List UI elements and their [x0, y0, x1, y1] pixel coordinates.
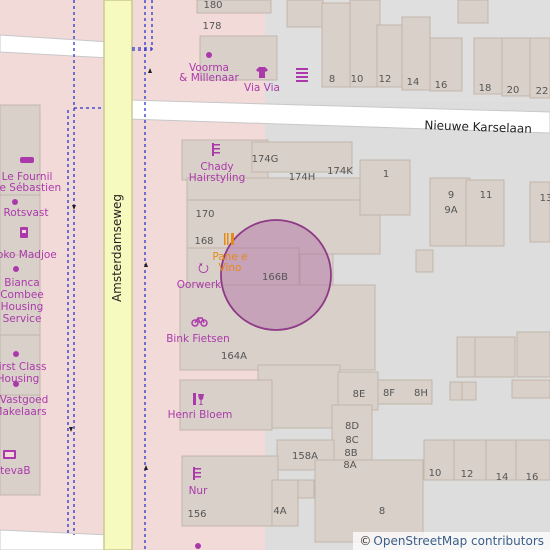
housenumber-8h: 8H: [414, 388, 428, 399]
tv-icon: [3, 450, 16, 459]
attribution-link[interactable]: OpenStreetMap contributors: [373, 534, 544, 548]
housenumber-9a: 9A: [444, 205, 457, 216]
poi-label-first-class-2: Housing: [0, 373, 39, 385]
housenumber-top-8: 8: [329, 74, 335, 85]
housenumber-8f: 8F: [383, 388, 395, 399]
poi-label-rotsvast: Rotsvast: [3, 207, 48, 219]
dot-icon-bottom: [195, 543, 201, 549]
poi-label-bianca-3: Housing: [1, 301, 44, 313]
housenumber-174k: 174K: [327, 166, 353, 177]
housenumber-bottom-14: 14: [496, 472, 509, 483]
poi-label-bianca-4: Service: [3, 313, 42, 325]
hearing-icon: ⭮: [198, 261, 209, 276]
poi-label-first-class-1: First Class: [0, 361, 47, 373]
housenumber-8b: 8B: [344, 448, 357, 459]
housenumber-166b: 166B: [262, 272, 288, 283]
housenumber-11: 11: [480, 190, 493, 201]
housenumber-168: 168: [194, 236, 213, 247]
poi-label-oorwerk: Oorwerk: [177, 279, 222, 291]
poi-label-vastgoed-1: Vastgoed: [0, 394, 48, 406]
street-label-amsterdamseweg: Amsterdamseweg: [110, 194, 124, 302]
housenumber-top-22: 22: [536, 86, 549, 97]
housenumber-bottom-12: 12: [461, 469, 474, 480]
poi-label-steva: StevaB: [0, 465, 31, 477]
poi-label-pane-2: Vino: [219, 262, 242, 274]
housenumber-top-10: 10: [351, 74, 364, 85]
housenumber-top-14: 14: [407, 77, 420, 88]
housenumber-top-20: 20: [507, 85, 520, 96]
housenumber-156: 156: [187, 509, 206, 520]
housenumber-8a: 8A: [343, 460, 356, 471]
dot-icon-voorma: [206, 52, 212, 58]
housenumber-8d: 8D: [345, 421, 359, 432]
dot-icon-bianca: [13, 266, 19, 272]
housenumber-9: 9: [448, 190, 454, 201]
housenumber-top-12: 12: [379, 74, 392, 85]
dot-icon-first-class: [13, 351, 19, 357]
housenumber-174g: 174G: [252, 154, 279, 165]
map-attribution[interactable]: © OpenStreetMap contributors: [353, 532, 550, 550]
poi-label-nur: Nur: [189, 485, 209, 497]
poi-label-bink: Bink Fietsen: [166, 333, 230, 345]
poi-label-le-fournil-2: de Sébastien: [0, 182, 61, 194]
dot-icon-rotsvast: [12, 199, 18, 205]
housenumber-180: 180: [203, 0, 222, 11]
housenumber-bottom-10: 10: [429, 468, 442, 479]
housenumber-8e: 8E: [353, 389, 366, 400]
housenumber-8c: 8C: [345, 435, 358, 446]
map-canvas[interactable]: Amsterdamseweg Nieuwe Karselaan 180 178 …: [0, 0, 550, 550]
poi-label-vastgoed-2: Makelaars: [0, 406, 47, 418]
housenumber-13: 13: [540, 193, 550, 204]
poi-label-voorma-2: & Millenaar: [179, 72, 239, 84]
housenumber-158a: 158A: [292, 451, 318, 462]
bakery-icon: [20, 157, 34, 163]
housenumber-top-18: 18: [479, 83, 492, 94]
poi-label-via-via: Via Via: [244, 82, 280, 94]
housenumber-170: 170: [195, 209, 214, 220]
housenumber-top-16: 16: [435, 80, 448, 91]
poi-label-bianca-1: Bianca: [4, 277, 39, 289]
housenumber-bottom-16: 16: [526, 472, 539, 483]
housenumber-164a: 164A: [221, 351, 247, 362]
housenumber-8: 8: [379, 506, 385, 517]
housenumber-1: 1: [383, 169, 389, 180]
poi-label-henri: Henri Bloem: [168, 409, 233, 421]
poi-label-bianca-2: Combee: [0, 289, 44, 301]
poi-label-loko: Loko Madjoe: [0, 249, 57, 261]
shop-icon-loko: [20, 227, 28, 238]
housenumber-178: 178: [202, 21, 221, 32]
housenumber-174h: 174H: [289, 172, 316, 183]
copyright-symbol: ©: [359, 534, 372, 548]
poi-label-chady-2: Hairstyling: [189, 172, 246, 184]
housenumber-4a: 4A: [273, 506, 286, 517]
